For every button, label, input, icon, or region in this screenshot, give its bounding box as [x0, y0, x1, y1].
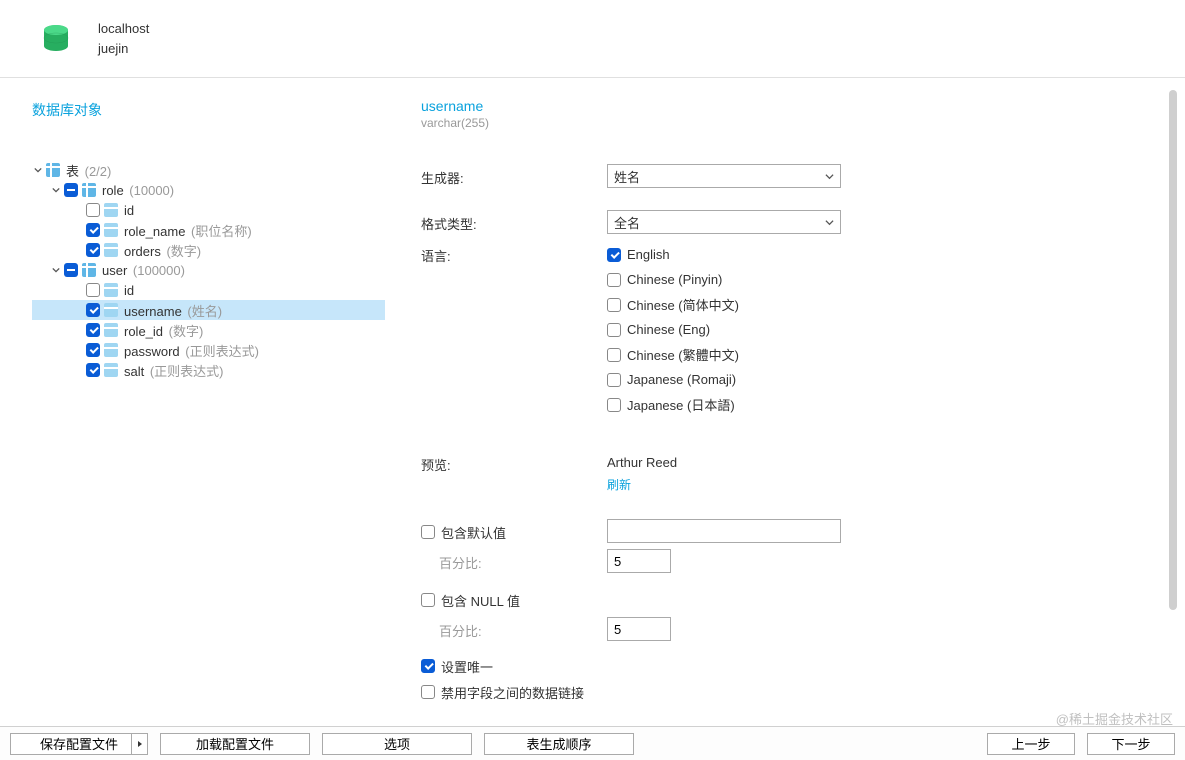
- save-profile-button[interactable]: 保存配置文件: [10, 733, 148, 755]
- column-icon: [104, 343, 118, 357]
- chevron-down-icon: [825, 169, 834, 184]
- column-icon: [104, 303, 118, 317]
- language-checkbox[interactable]: [607, 323, 621, 337]
- column-type: varchar(255): [421, 116, 1165, 130]
- column-icon: [104, 223, 118, 237]
- include-null-checkbox[interactable]: [421, 593, 435, 607]
- preview-value: Arthur Reed: [607, 451, 677, 470]
- column-checkbox[interactable]: [86, 343, 100, 357]
- set-unique-label: 设置唯一: [441, 657, 493, 676]
- language-list: English Chinese (Pinyin) Chinese (简体中文) Chi…: [607, 242, 739, 417]
- null-pct-input[interactable]: [607, 617, 671, 641]
- chevron-down-icon: [825, 215, 834, 230]
- column-checkbox[interactable]: [86, 303, 100, 317]
- language-label: 语言:: [421, 242, 607, 265]
- database-icon: [40, 23, 72, 55]
- language-label: Chinese (Eng): [627, 322, 710, 337]
- language-checkbox[interactable]: [607, 298, 621, 312]
- table-icon: [82, 183, 96, 197]
- expander-icon[interactable]: [50, 264, 62, 276]
- language-label: Chinese (简体中文): [627, 295, 739, 314]
- main-panel: username varchar(255) 生成器: 姓名 格式类型: 全名: [385, 78, 1185, 726]
- prev-button[interactable]: 上一步: [987, 733, 1075, 755]
- object-tree: 表 (2/2)role (10000)idrole_name (职位名称)ord…: [32, 160, 385, 380]
- tree-column-id[interactable]: id: [32, 200, 385, 220]
- language-option[interactable]: English: [607, 242, 739, 267]
- host-label: localhost: [98, 19, 149, 39]
- language-option[interactable]: Chinese (简体中文): [607, 292, 739, 317]
- collapse-toggle[interactable]: [64, 183, 78, 197]
- next-button[interactable]: 下一步: [1087, 733, 1175, 755]
- generator-select[interactable]: 姓名: [607, 164, 841, 188]
- include-default-label: 包含默认值: [441, 523, 506, 542]
- language-checkbox[interactable]: [607, 248, 621, 262]
- default-pct-label: 百分比:: [421, 549, 607, 572]
- tree-table-user[interactable]: user (100000): [32, 260, 385, 280]
- format-select[interactable]: 全名: [607, 210, 841, 234]
- sidebar-title: 数据库对象: [32, 100, 385, 120]
- tree-column-salt[interactable]: salt (正则表达式): [32, 360, 385, 380]
- table-group-icon: [46, 163, 60, 177]
- preview-label: 预览:: [421, 451, 607, 474]
- column-icon: [104, 323, 118, 337]
- dropdown-icon[interactable]: [131, 734, 147, 754]
- expander-icon[interactable]: [50, 184, 62, 196]
- column-checkbox[interactable]: [86, 363, 100, 377]
- language-option[interactable]: Japanese (日本語): [607, 392, 739, 417]
- tree-column-password[interactable]: password (正则表达式): [32, 340, 385, 360]
- column-icon: [104, 363, 118, 377]
- tree-column-role_name[interactable]: role_name (职位名称): [32, 220, 385, 240]
- collapse-toggle[interactable]: [64, 263, 78, 277]
- language-checkbox[interactable]: [607, 373, 621, 387]
- footer: 保存配置文件 加载配置文件 选项 表生成顺序 上一步 下一步: [0, 726, 1185, 760]
- null-pct-label: 百分比:: [421, 617, 607, 640]
- include-null-label: 包含 NULL 值: [441, 591, 520, 610]
- options-button[interactable]: 选项: [322, 733, 472, 755]
- language-label: Japanese (日本語): [627, 395, 735, 414]
- column-icon: [104, 283, 118, 297]
- column-checkbox[interactable]: [86, 323, 100, 337]
- set-unique-checkbox[interactable]: [421, 659, 435, 673]
- language-checkbox[interactable]: [607, 273, 621, 287]
- sidebar: 数据库对象 表 (2/2)role (10000)idrole_name (职位…: [0, 78, 385, 726]
- generator-label: 生成器:: [421, 164, 607, 187]
- expander-icon[interactable]: [32, 164, 44, 176]
- refresh-link[interactable]: 刷新: [607, 476, 677, 493]
- column-checkbox[interactable]: [86, 243, 100, 257]
- language-label: Japanese (Romaji): [627, 372, 736, 387]
- database-label: juejin: [98, 39, 149, 59]
- load-profile-button[interactable]: 加载配置文件: [160, 733, 310, 755]
- column-checkbox[interactable]: [86, 283, 100, 297]
- language-option[interactable]: Chinese (Eng): [607, 317, 739, 342]
- language-option[interactable]: Chinese (繁體中文): [607, 342, 739, 367]
- language-label: English: [627, 247, 670, 262]
- column-title: username: [421, 98, 1165, 114]
- column-checkbox[interactable]: [86, 223, 100, 237]
- tree-column-username[interactable]: username (姓名): [32, 300, 385, 320]
- include-default-checkbox[interactable]: [421, 525, 435, 539]
- language-option[interactable]: Chinese (Pinyin): [607, 267, 739, 292]
- scrollbar[interactable]: [1169, 90, 1177, 714]
- language-label: Chinese (繁體中文): [627, 345, 739, 364]
- column-icon: [104, 243, 118, 257]
- language-checkbox[interactable]: [607, 348, 621, 362]
- tree-column-id[interactable]: id: [32, 280, 385, 300]
- tree-table-role[interactable]: role (10000): [32, 180, 385, 200]
- disable-link-label: 禁用字段之间的数据链接: [441, 683, 584, 702]
- column-checkbox[interactable]: [86, 203, 100, 217]
- table-icon: [82, 263, 96, 277]
- tree-root-tables[interactable]: 表 (2/2): [32, 160, 385, 180]
- format-label: 格式类型:: [421, 210, 607, 233]
- tree-column-orders[interactable]: orders (数字): [32, 240, 385, 260]
- default-value-input[interactable]: [607, 519, 841, 543]
- header: localhost juejin: [0, 0, 1185, 78]
- language-checkbox[interactable]: [607, 398, 621, 412]
- tree-column-role_id[interactable]: role_id (数字): [32, 320, 385, 340]
- column-icon: [104, 203, 118, 217]
- language-option[interactable]: Japanese (Romaji): [607, 367, 739, 392]
- disable-link-checkbox[interactable]: [421, 685, 435, 699]
- language-label: Chinese (Pinyin): [627, 272, 722, 287]
- default-pct-input[interactable]: [607, 549, 671, 573]
- gen-order-button[interactable]: 表生成顺序: [484, 733, 634, 755]
